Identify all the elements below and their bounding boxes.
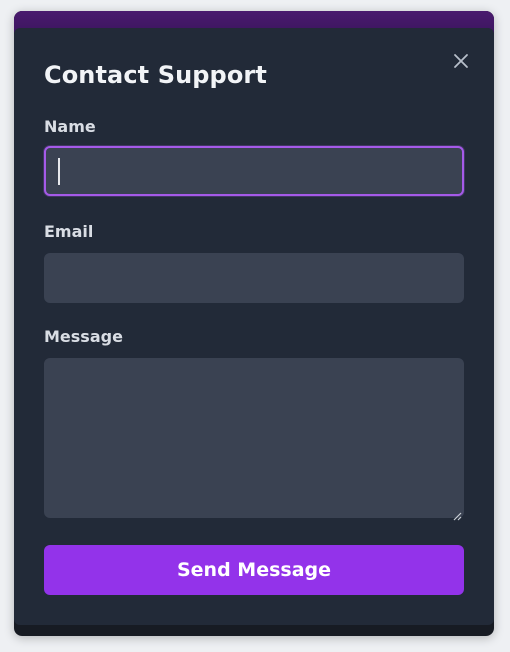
send-message-button[interactable]: Send Message	[44, 545, 464, 595]
name-field[interactable]	[44, 146, 464, 196]
modal-title: Contact Support	[44, 61, 267, 89]
text-cursor	[58, 158, 60, 185]
email-field[interactable]	[44, 253, 464, 303]
message-field[interactable]	[44, 358, 464, 518]
message-label: Message	[44, 327, 123, 346]
email-label: Email	[44, 222, 94, 241]
contact-support-modal: Contact Support Name Email Message Send …	[14, 28, 494, 625]
resize-handle-icon[interactable]	[452, 506, 462, 521]
close-icon	[450, 50, 472, 72]
close-button[interactable]	[450, 50, 472, 72]
name-label: Name	[44, 117, 96, 136]
screen: Contact Support Name Email Message Send …	[0, 0, 510, 652]
